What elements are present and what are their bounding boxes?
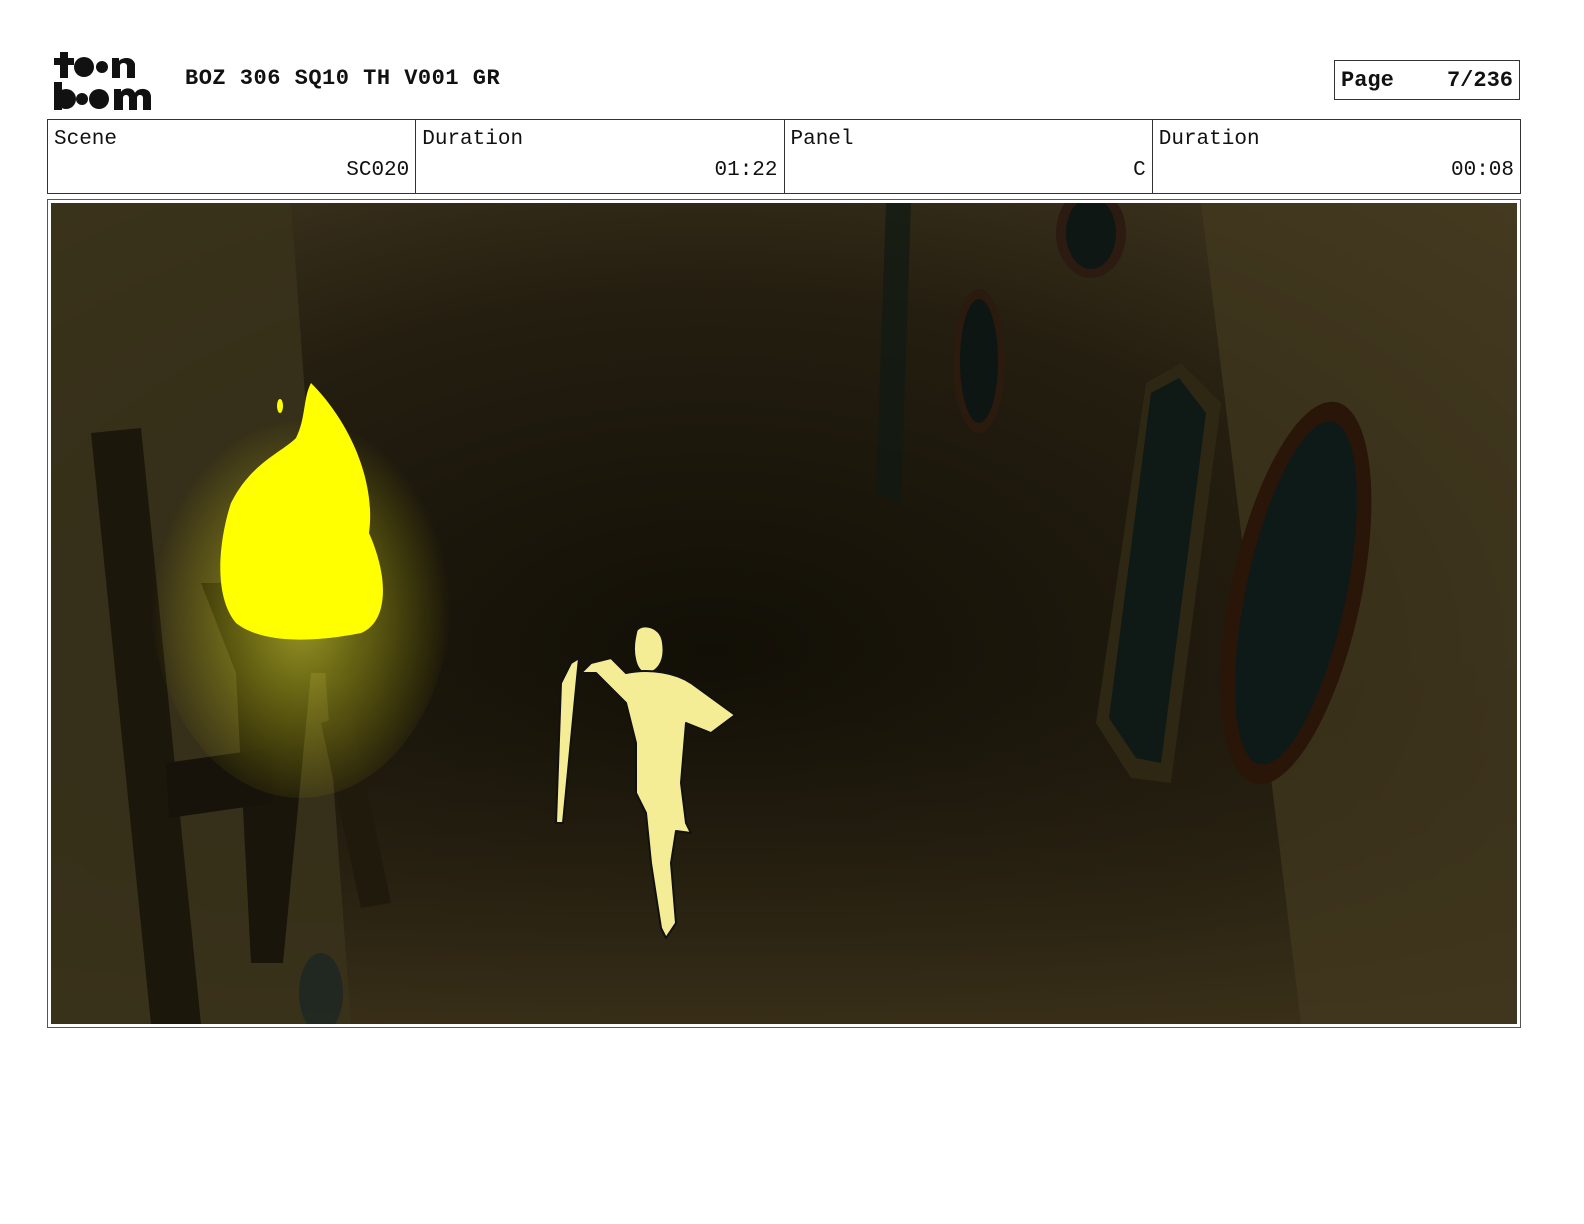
toon-boom-logo <box>54 52 151 110</box>
panel-duration-value: 00:08 <box>1450 159 1514 182</box>
panel-duration-label: Duration <box>1158 128 1260 151</box>
scene-value: SC020 <box>346 159 410 182</box>
scene-duration-value: 01:22 <box>714 159 778 182</box>
panel-info-table: Scene SC020 Duration 01:22 Panel C Durat… <box>47 119 1521 194</box>
panel-label: Panel <box>790 128 854 151</box>
page-indicator: Page 7/236 <box>1334 60 1520 100</box>
document-title: BOZ 306 SQ10 TH V001 GR <box>185 66 501 91</box>
panel-value: C <box>1133 159 1146 182</box>
storyboard-panel-image <box>51 203 1517 1024</box>
scene-label: Scene <box>54 128 118 151</box>
panel-duration-cell: Duration 00:08 <box>1153 120 1520 193</box>
page-number: 7/236 <box>1446 67 1513 93</box>
scene-duration-label: Duration <box>422 128 524 151</box>
scene-duration-cell: Duration 01:22 <box>416 120 785 193</box>
page-label: Page <box>1341 67 1394 93</box>
panel-cell: Panel C <box>785 120 1153 193</box>
scene-cell: Scene SC020 <box>48 120 417 193</box>
